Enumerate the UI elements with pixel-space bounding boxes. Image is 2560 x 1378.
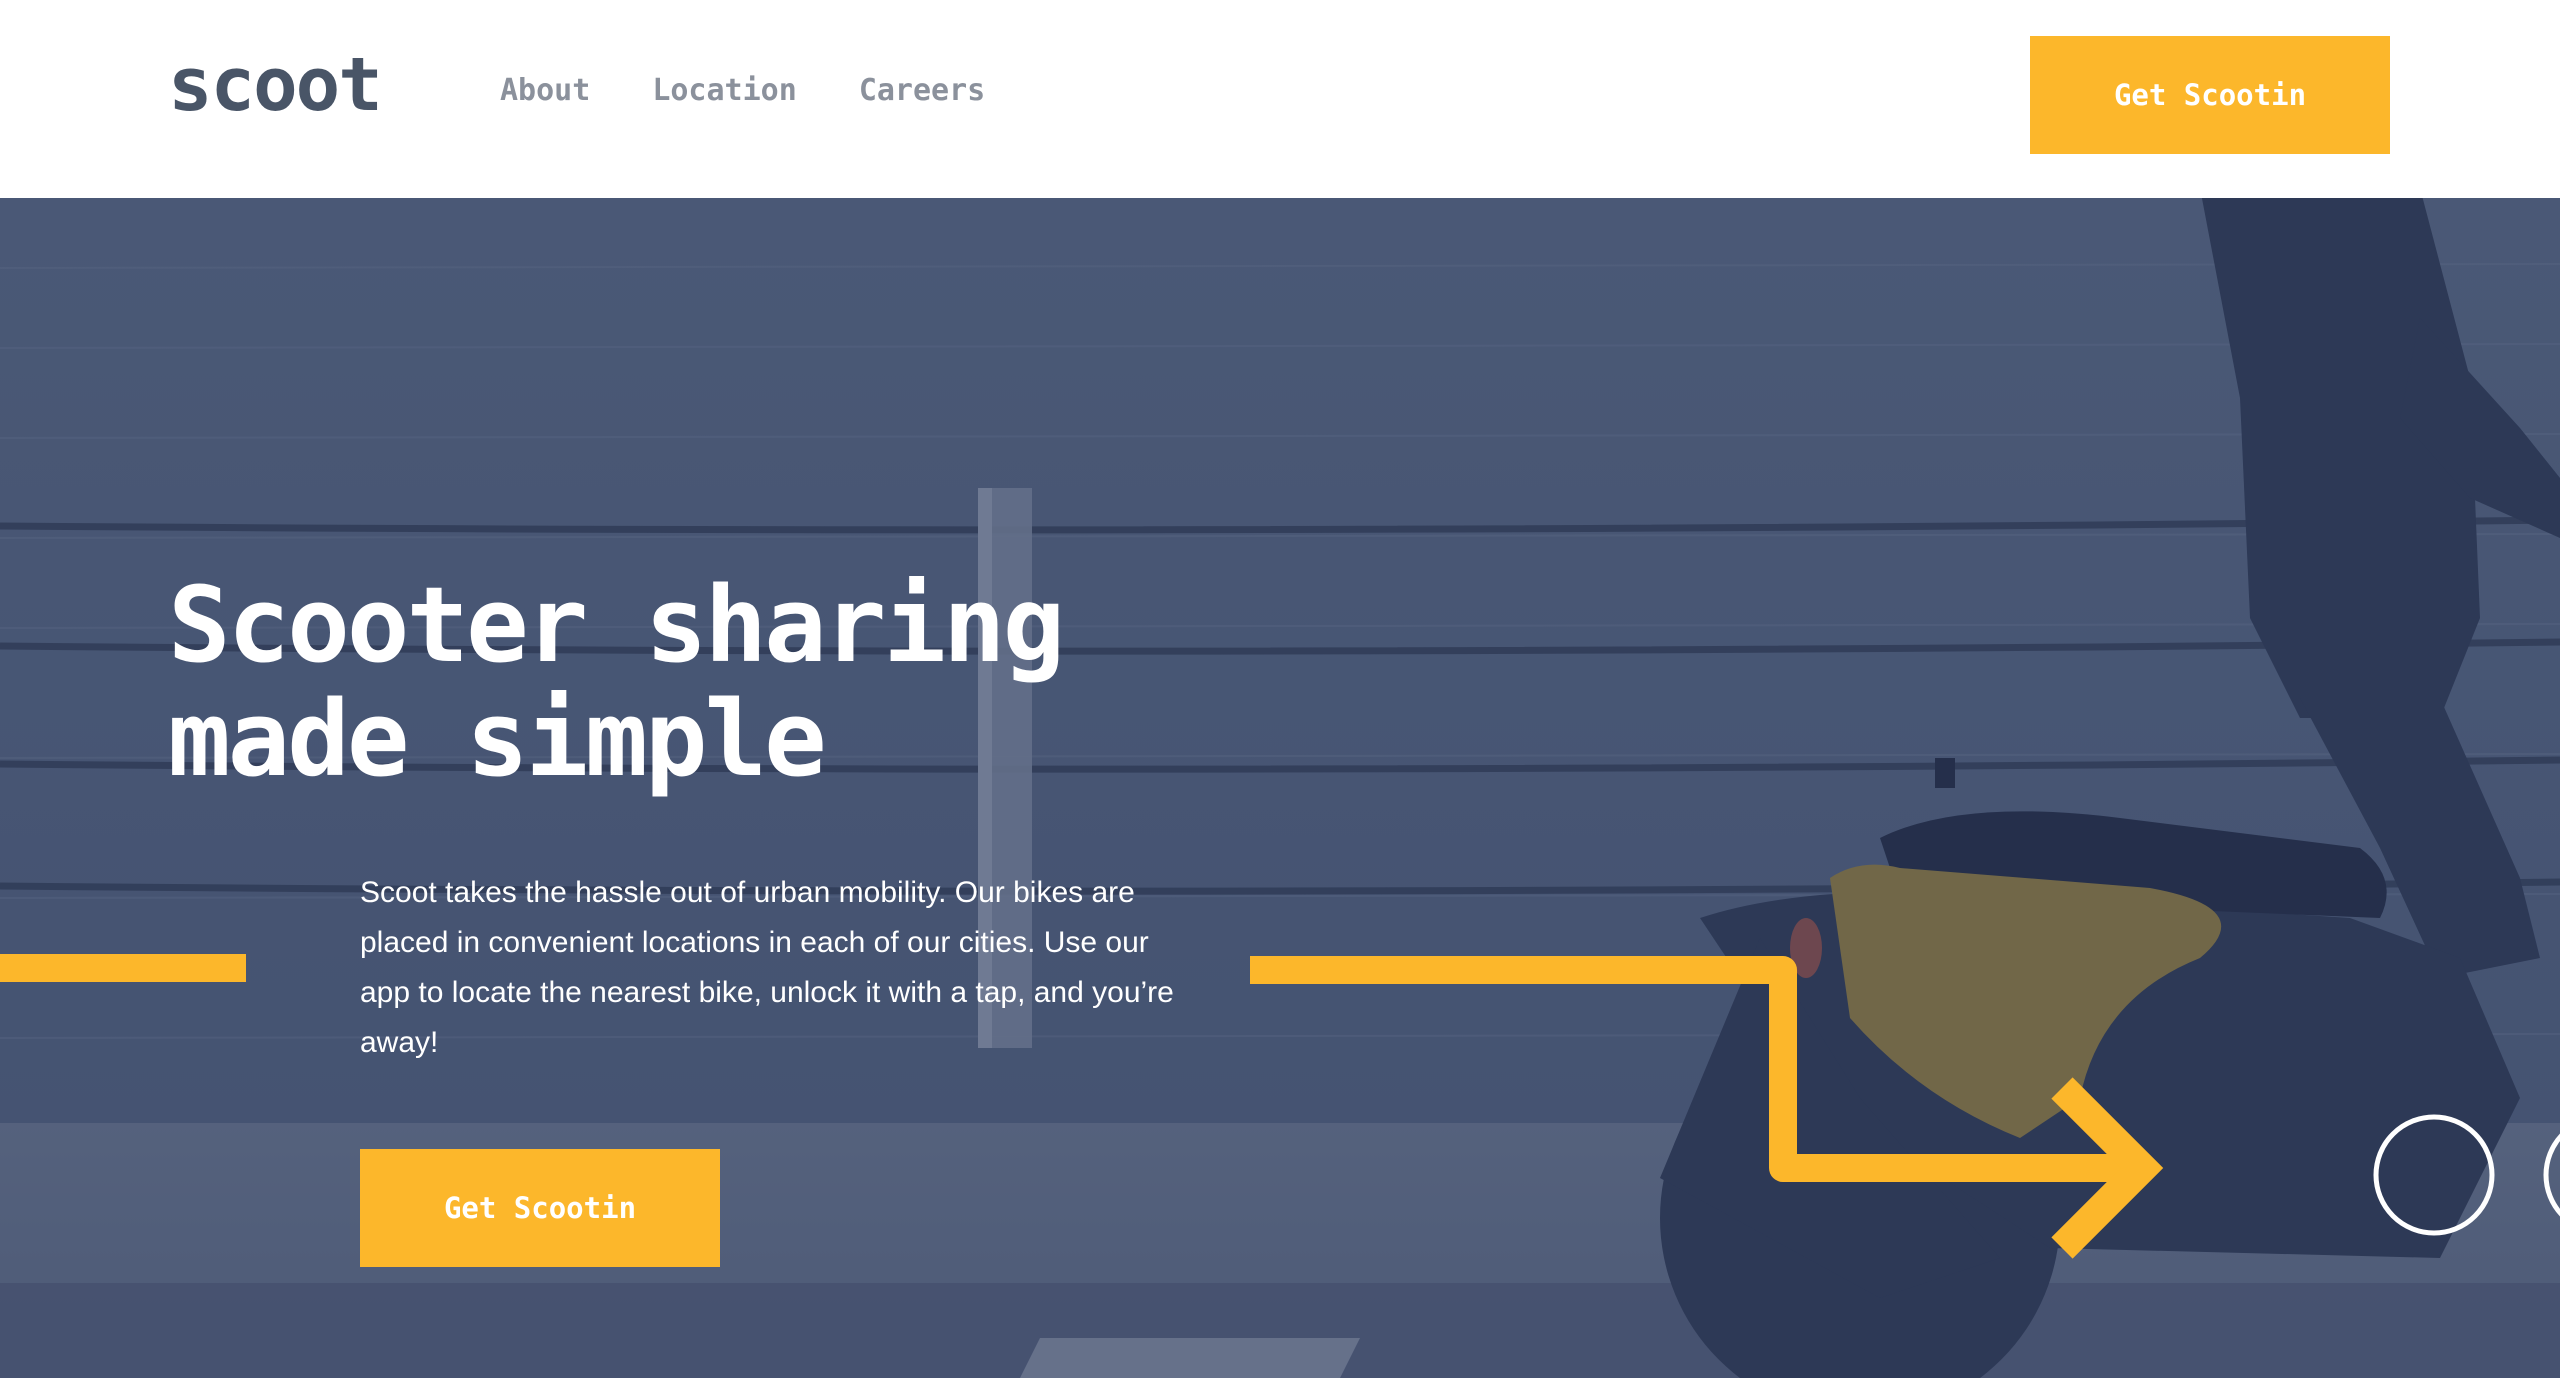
main-nav: About Location Careers <box>500 76 985 106</box>
white-circle-decoration <box>2373 1114 2495 1236</box>
nav-link-location[interactable]: Location <box>652 76 797 106</box>
yellow-arrow-decoration <box>1250 956 2128 1182</box>
site-header: scoot About Location Careers Get Scootin <box>0 0 2560 198</box>
white-circle-decoration-partial <box>2543 1133 2560 1217</box>
hero-section: Scooter sharing made simple Scoot takes … <box>0 198 2560 1378</box>
scoot-logo[interactable]: scoot <box>168 48 383 122</box>
nav-link-careers[interactable]: Careers <box>859 76 985 106</box>
header-get-scootin-button[interactable]: Get Scootin <box>2030 36 2390 154</box>
hero-decorations <box>0 954 2560 1259</box>
nav-link-about[interactable]: About <box>500 76 590 106</box>
yellow-line-decoration <box>0 954 246 982</box>
